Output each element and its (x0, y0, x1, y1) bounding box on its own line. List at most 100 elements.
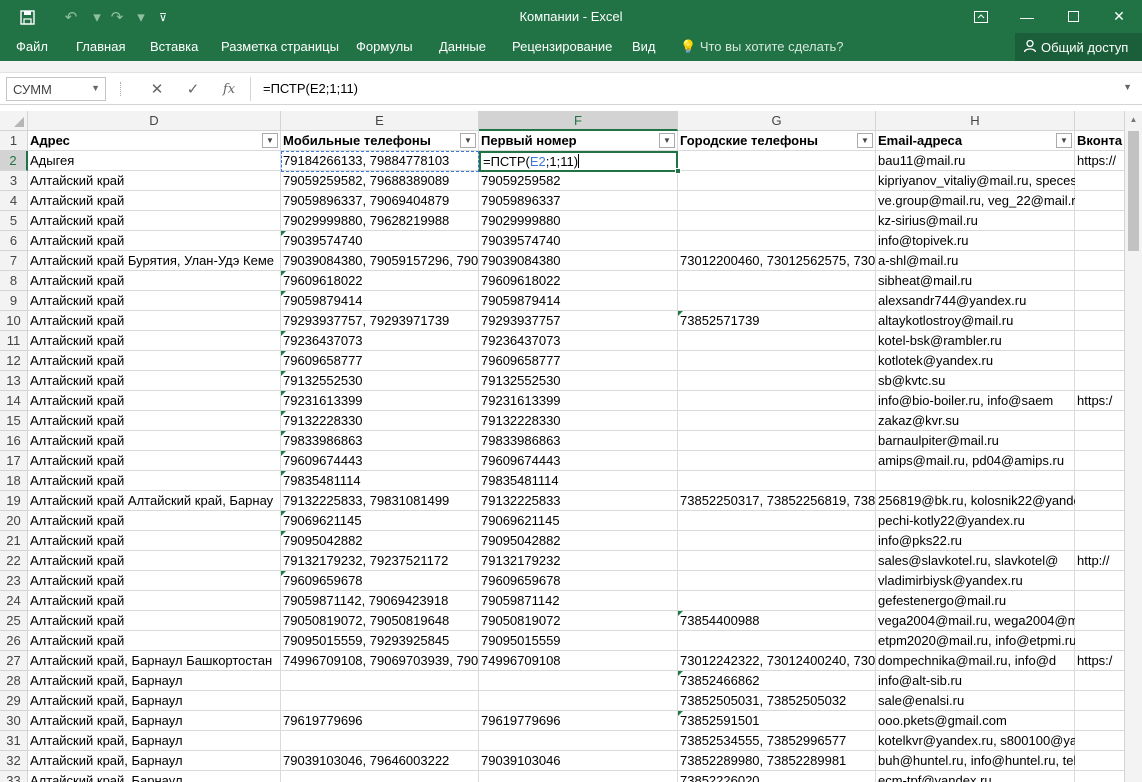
cell-d21[interactable]: Алтайский край (28, 531, 281, 551)
tab-home[interactable]: Главная (76, 39, 125, 54)
cell-h6[interactable]: info@topivek.ru (876, 231, 1075, 251)
redo-icon[interactable]: ↷ (104, 6, 130, 28)
cell-h21[interactable]: info@pks22.ru (876, 531, 1075, 551)
row-header-14[interactable]: 14 (0, 391, 28, 411)
cell-d33[interactable]: Алтайский край, Барнаул (28, 771, 281, 782)
tab-formulas[interactable]: Формулы (356, 39, 413, 54)
cell-g24[interactable] (678, 591, 876, 611)
cell-i22[interactable]: http:// (1075, 551, 1124, 571)
cell-h22[interactable]: sales@slavkotel.ru, slavkotel@ (876, 551, 1075, 571)
cell-i16[interactable] (1075, 431, 1124, 451)
cell-g26[interactable] (678, 631, 876, 651)
cell-f27[interactable]: 74996709108 (479, 651, 678, 671)
cell-e3[interactable]: 79059259582, 79688389089 (281, 171, 479, 191)
cell-f8[interactable]: 79609618022 (479, 271, 678, 291)
expand-formula-icon[interactable]: ▼ (1123, 82, 1132, 92)
cell-e29[interactable] (281, 691, 479, 711)
cell-d25[interactable]: Алтайский край (28, 611, 281, 631)
save-icon[interactable] (14, 6, 40, 28)
cell-d16[interactable]: Алтайский край (28, 431, 281, 451)
row-header-12[interactable]: 12 (0, 351, 28, 371)
cell-d26[interactable]: Алтайский край (28, 631, 281, 651)
cell-i23[interactable] (1075, 571, 1124, 591)
cell-f3[interactable]: 79059259582 (479, 171, 678, 191)
row-header-30[interactable]: 30 (0, 711, 28, 731)
cell-i29[interactable] (1075, 691, 1124, 711)
cell-i7[interactable] (1075, 251, 1124, 271)
cell-h23[interactable]: vladimirbiysk@yandex.ru (876, 571, 1075, 591)
row-header-23[interactable]: 23 (0, 571, 28, 591)
cell-i26[interactable] (1075, 631, 1124, 651)
scroll-up-icon[interactable]: ▲ (1125, 111, 1142, 128)
cell-g13[interactable] (678, 371, 876, 391)
cell-h2[interactable]: bau11@mail.ru (876, 151, 1075, 171)
tab-data[interactable]: Данные (439, 39, 486, 54)
cell-g2[interactable] (678, 151, 876, 171)
cell-d28[interactable]: Алтайский край, Барнаул (28, 671, 281, 691)
column-header-i[interactable] (1075, 111, 1124, 131)
cell-h25[interactable]: vega2004@mail.ru, wega2004@mail.ru (876, 611, 1107, 631)
cell-d8[interactable]: Алтайский край (28, 271, 281, 291)
cell-d27[interactable]: Алтайский край, Барнаул Башкортостан (28, 651, 281, 671)
cell-f5[interactable]: 79029999880 (479, 211, 678, 231)
row-header-25[interactable]: 25 (0, 611, 28, 631)
cell-h30[interactable]: ooo.pkets@gmail.com (876, 711, 1075, 731)
row-header-3[interactable]: 3 (0, 171, 28, 191)
cell-f11[interactable]: 79236437073 (479, 331, 678, 351)
cell-i8[interactable] (1075, 271, 1124, 291)
cell-i18[interactable] (1075, 471, 1124, 491)
cell-g16[interactable] (678, 431, 876, 451)
cell-e14[interactable]: 79231613399 (281, 391, 479, 411)
filter-dropdown-icon[interactable]: ▼ (262, 133, 278, 148)
column-header-g[interactable]: G (678, 111, 876, 131)
row-header-16[interactable]: 16 (0, 431, 28, 451)
cell-g25[interactable]: 73854400988 (678, 611, 876, 631)
cell-e11[interactable]: 79236437073 (281, 331, 479, 351)
cell-g33[interactable]: 73852226020 (678, 771, 876, 782)
cell-h26[interactable]: etpm2020@mail.ru, info@etpmi.ru (876, 631, 1076, 651)
cell-d14[interactable]: Алтайский край (28, 391, 281, 411)
cell-g7[interactable]: 73012200460, 73012562575, 7301 (678, 251, 876, 271)
row-header-15[interactable]: 15 (0, 411, 28, 431)
cell-e8[interactable]: 79609618022 (281, 271, 479, 291)
tab-page-layout[interactable]: Разметка страницы (221, 39, 339, 54)
cell-g6[interactable] (678, 231, 876, 251)
cancel-icon[interactable]: ✕ (145, 79, 169, 99)
cell-d9[interactable]: Алтайский край (28, 291, 281, 311)
cell-h28[interactable]: info@alt-sib.ru (876, 671, 1075, 691)
row-header-4[interactable]: 4 (0, 191, 28, 211)
row-header-18[interactable]: 18 (0, 471, 28, 491)
minimize-button[interactable]: — (1004, 0, 1050, 33)
tab-review[interactable]: Рецензирование (512, 39, 612, 54)
row-header-24[interactable]: 24 (0, 591, 28, 611)
maximize-button[interactable] (1050, 0, 1096, 33)
cell-e6[interactable]: 79039574740 (281, 231, 479, 251)
cell-g20[interactable] (678, 511, 876, 531)
select-all-button[interactable] (0, 111, 28, 131)
table-header-cell-i[interactable]: Вконта (1075, 131, 1124, 151)
cell-e17[interactable]: 79609674443 (281, 451, 479, 471)
share-button[interactable]: Общий доступ (1015, 33, 1142, 61)
cell-f24[interactable]: 79059871142 (479, 591, 678, 611)
cell-e12[interactable]: 79609658777 (281, 351, 479, 371)
cell-g19[interactable]: 73852250317, 73852256819, 7385 (678, 491, 876, 511)
cell-i2[interactable]: https:// (1075, 151, 1124, 171)
row-header-20[interactable]: 20 (0, 511, 28, 531)
cell-d24[interactable]: Алтайский край (28, 591, 281, 611)
cell-h5[interactable]: kz-sirius@mail.ru (876, 211, 1075, 231)
table-header-cell-h[interactable]: Email-адреса ▼ (876, 131, 1075, 151)
cell-f4[interactable]: 79059896337 (479, 191, 678, 211)
cell-d23[interactable]: Алтайский край (28, 571, 281, 591)
tab-view[interactable]: Вид (632, 39, 656, 54)
cell-f20[interactable]: 79069621145 (479, 511, 678, 531)
cell-h14[interactable]: info@bio-boiler.ru, info@saem (876, 391, 1075, 411)
filter-dropdown-icon[interactable]: ▼ (659, 133, 675, 148)
cell-e16[interactable]: 79833986863 (281, 431, 479, 451)
cell-i21[interactable] (1075, 531, 1124, 551)
cell-f32[interactable]: 79039103046 (479, 751, 678, 771)
table-header-cell-g[interactable]: Городские телефоны ▼ (678, 131, 876, 151)
cell-f16[interactable]: 79833986863 (479, 431, 678, 451)
tab-insert[interactable]: Вставка (150, 39, 198, 54)
cell-h31[interactable]: kotelkvr@yandex.ru, s800100@yandex. (876, 731, 1109, 751)
cell-i25[interactable] (1075, 611, 1124, 631)
